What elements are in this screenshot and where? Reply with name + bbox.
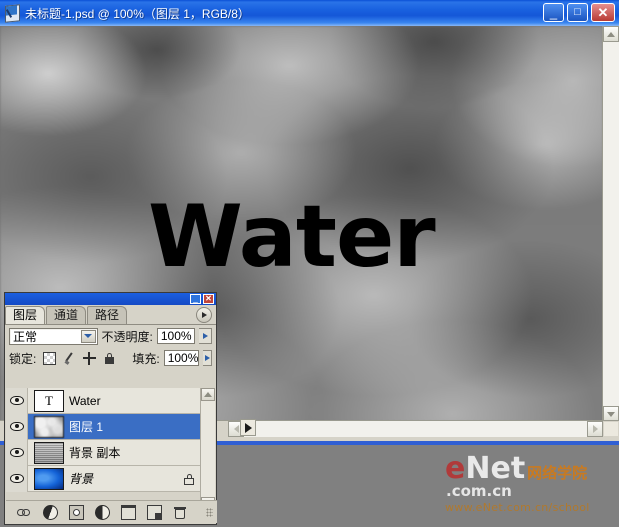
layer-visibility-toggle[interactable] bbox=[6, 439, 28, 466]
palette-minimize-icon: _ bbox=[193, 294, 198, 303]
eye-icon bbox=[9, 422, 24, 431]
layers-list[interactable]: T Water 图层 1 背景 副本 背景 bbox=[6, 388, 202, 492]
water-text-layer[interactable]: Water bbox=[148, 194, 436, 280]
chevron-up-icon bbox=[607, 31, 615, 37]
lock-position-icon[interactable] bbox=[83, 351, 97, 365]
blend-opacity-row: 正常 不透明度: 100% bbox=[5, 325, 216, 347]
add-layer-mask-icon[interactable] bbox=[69, 504, 84, 520]
blend-mode-value: 正常 bbox=[13, 329, 38, 344]
layer-name: Water bbox=[69, 393, 101, 408]
fill-input[interactable]: 100% bbox=[163, 350, 200, 366]
document-vertical-scrollbar[interactable] bbox=[602, 26, 619, 422]
layer-row-background[interactable]: 背景 bbox=[6, 465, 202, 492]
chevron-right-icon bbox=[592, 425, 598, 433]
chevron-left-icon bbox=[233, 425, 239, 433]
lock-icon-group bbox=[43, 351, 116, 365]
layer-style-fx-icon[interactable] bbox=[43, 504, 58, 520]
palette-scroll-up-button[interactable] bbox=[201, 388, 215, 401]
lock-all-icon[interactable] bbox=[103, 352, 116, 365]
new-adjustment-layer-icon[interactable] bbox=[95, 504, 110, 520]
scroll-right-button[interactable] bbox=[587, 421, 603, 437]
chevron-down-icon bbox=[607, 411, 615, 417]
tab-paths[interactable]: 路径 bbox=[87, 306, 128, 324]
eye-icon bbox=[9, 474, 24, 483]
layer-row-water[interactable]: T Water bbox=[6, 388, 202, 414]
blend-mode-select[interactable]: 正常 bbox=[9, 327, 98, 345]
minimize-button[interactable]: _ bbox=[543, 3, 564, 22]
chevron-up-icon bbox=[204, 392, 212, 397]
watermark-chinese: 网络学院 bbox=[527, 464, 588, 482]
close-icon: ✕ bbox=[597, 5, 609, 20]
layer-name: 背景 bbox=[69, 472, 94, 486]
link-layers-icon[interactable] bbox=[17, 505, 32, 520]
palette-vertical-scrollbar[interactable] bbox=[200, 388, 215, 510]
chevron-right-icon bbox=[204, 355, 210, 361]
layer-name: 图层 1 bbox=[69, 420, 104, 434]
layer-visibility-toggle[interactable] bbox=[6, 413, 28, 440]
photoshop-screenshot: 未标题-1.psd @ 100%（图层 1，RGB/8） _ □ ✕ Water bbox=[0, 0, 619, 527]
layer-thumbnail-clouds[interactable] bbox=[34, 415, 64, 438]
eye-icon bbox=[9, 448, 24, 457]
layer-locked-icon bbox=[184, 474, 194, 485]
maximize-button[interactable]: □ bbox=[567, 3, 588, 22]
layer-visibility-toggle[interactable] bbox=[6, 465, 28, 492]
layer-name: 背景 副本 bbox=[69, 446, 121, 460]
tab-channels[interactable]: 通道 bbox=[46, 306, 87, 324]
opacity-slider-arrow[interactable] bbox=[199, 328, 212, 344]
chevron-right-icon bbox=[202, 333, 208, 339]
tab-layers[interactable]: 图层 bbox=[5, 306, 46, 324]
chevron-down-icon bbox=[84, 334, 93, 338]
palette-close-button[interactable]: ✕ bbox=[203, 294, 214, 304]
document-title: 未标题-1.psd @ 100%（图层 1，RGB/8） bbox=[25, 6, 250, 21]
watermark-e: e bbox=[445, 451, 466, 486]
close-button[interactable]: ✕ bbox=[591, 3, 615, 22]
lock-image-icon[interactable] bbox=[63, 352, 76, 365]
eye-icon bbox=[9, 396, 24, 405]
fill-label: 填充: bbox=[132, 351, 160, 366]
resize-grip[interactable] bbox=[604, 422, 618, 436]
status-bar-play-button[interactable] bbox=[240, 419, 256, 436]
layer-thumbnail-text[interactable]: T bbox=[34, 389, 64, 412]
lock-transparency-icon[interactable] bbox=[43, 351, 57, 365]
palette-resize-dots bbox=[206, 507, 213, 517]
fill-slider-arrow[interactable] bbox=[203, 350, 212, 366]
palette-menu-icon bbox=[202, 312, 207, 318]
palette-title-bar[interactable]: _ ✕ bbox=[5, 293, 216, 305]
minimize-icon: _ bbox=[549, 5, 558, 20]
scroll-up-button[interactable] bbox=[603, 26, 619, 42]
layer-thumbnail-noise[interactable] bbox=[34, 441, 64, 464]
opacity-input[interactable]: 100% bbox=[156, 328, 196, 344]
lock-fill-row: 锁定: 填充: 100% bbox=[5, 347, 216, 369]
delete-layer-trash-icon[interactable] bbox=[173, 505, 188, 520]
enet-watermark: e Net 网络学院 .com.cn www.eNet.com.cn/schoo… bbox=[445, 451, 613, 515]
photoshop-document-icon bbox=[3, 4, 21, 23]
watermark-com: .com.cn bbox=[446, 482, 512, 500]
watermark-url: www.eNet.com.cn/school bbox=[445, 501, 590, 514]
palette-menu-button[interactable] bbox=[196, 307, 212, 323]
palette-minimize-button[interactable]: _ bbox=[190, 294, 201, 304]
window-controls: _ □ ✕ bbox=[543, 3, 615, 22]
document-title-bar[interactable]: 未标题-1.psd @ 100%（图层 1，RGB/8） _ □ ✕ bbox=[0, 0, 619, 27]
new-group-folder-icon[interactable] bbox=[121, 504, 136, 520]
palette-window-controls: _ ✕ bbox=[190, 294, 214, 304]
layer-visibility-toggle[interactable] bbox=[6, 388, 28, 414]
layer-row-layer1[interactable]: 图层 1 bbox=[6, 413, 202, 440]
palette-tabs: 图层 通道 路径 bbox=[5, 305, 216, 325]
lock-label: 锁定: bbox=[9, 351, 37, 366]
new-layer-icon[interactable] bbox=[147, 504, 162, 520]
palette-footer-toolbar bbox=[6, 500, 217, 523]
blend-mode-dropdown-arrow[interactable] bbox=[80, 329, 96, 343]
layer-row-background-copy[interactable]: 背景 副本 bbox=[6, 439, 202, 466]
document-horizontal-scrollbar[interactable] bbox=[228, 420, 603, 437]
maximize-icon: □ bbox=[574, 6, 581, 18]
layers-palette: _ ✕ 图层 通道 路径 正常 不透明度: 100% 锁定: 填充: 100% … bbox=[4, 292, 217, 525]
palette-close-icon: ✕ bbox=[205, 294, 212, 303]
opacity-label: 不透明度: bbox=[101, 329, 153, 344]
play-triangle-icon bbox=[244, 422, 252, 433]
layer-thumbnail-gradient[interactable] bbox=[34, 467, 64, 490]
watermark-net: Net bbox=[465, 451, 526, 486]
